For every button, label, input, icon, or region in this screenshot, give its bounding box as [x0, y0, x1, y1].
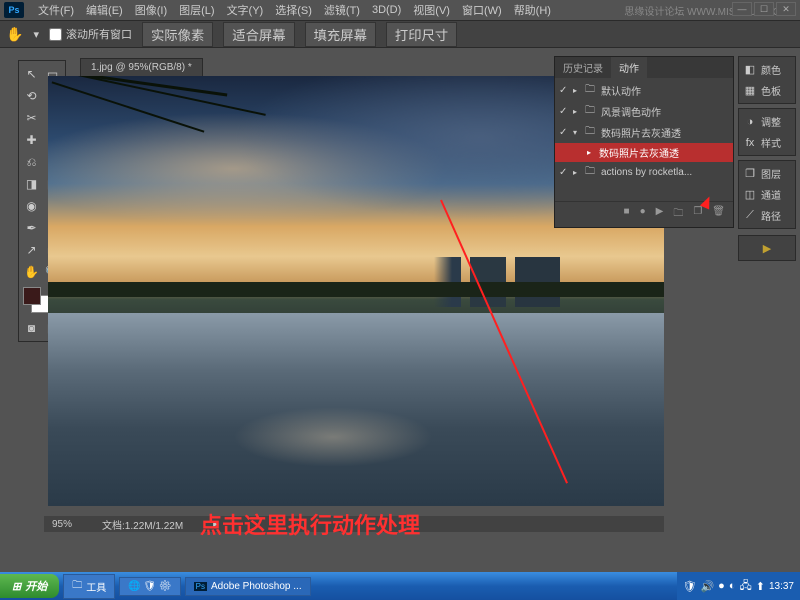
- hand-tool[interactable]: ✋: [21, 261, 42, 283]
- annotation-text: 点击这里执行动作处理: [200, 508, 420, 540]
- panel-styles[interactable]: fx样式: [741, 132, 793, 153]
- move-tool[interactable]: ↖: [21, 63, 42, 85]
- pen-tool[interactable]: ✒: [21, 217, 42, 239]
- task-quicklaunch[interactable]: 🌐 🛡 ⚙: [119, 577, 180, 596]
- minimize-button[interactable]: —: [732, 2, 752, 16]
- panel-paths[interactable]: ⟋路径: [741, 205, 793, 226]
- path-tool[interactable]: ↗: [21, 239, 42, 261]
- play-icon[interactable]: ▶: [656, 206, 664, 223]
- folder-icon: 🗀: [585, 124, 597, 141]
- tray-icon[interactable]: ●: [718, 580, 725, 592]
- clock[interactable]: 13:37: [769, 581, 794, 592]
- menu-type[interactable]: 文字(Y): [221, 0, 270, 20]
- menu-3d[interactable]: 3D(D): [366, 2, 407, 18]
- adjustments-icon: ◑: [743, 115, 757, 129]
- heal-tool[interactable]: ✚: [21, 129, 42, 151]
- ps-icon: Ps: [194, 582, 207, 591]
- tray-icon[interactable]: 🛡: [683, 580, 697, 593]
- print-size-button[interactable]: 打印尺寸: [386, 22, 457, 47]
- tray-icon[interactable]: ⬆: [756, 580, 765, 593]
- start-button[interactable]: ⊞开始: [0, 574, 59, 598]
- quickmask-tool[interactable]: ◙: [21, 317, 42, 339]
- zoom-level[interactable]: 95%: [52, 519, 72, 530]
- menu-image[interactable]: 图像(I): [129, 0, 173, 20]
- tab-history[interactable]: 历史记录: [555, 57, 611, 78]
- fit-screen-button[interactable]: 适合屏幕: [223, 22, 294, 47]
- menubar: Ps 文件(F) 编辑(E) 图像(I) 图层(L) 文字(Y) 选择(S) 滤…: [0, 0, 800, 20]
- panel-swatches[interactable]: ▦色板: [741, 80, 793, 101]
- blur-tool[interactable]: ◉: [21, 195, 42, 217]
- right-dock: ◧颜色 ▦色板 ◑调整 fx样式 ❐图层 ◫通道 ⟋路径 ▶: [738, 56, 796, 261]
- play-large-icon[interactable]: ▶: [741, 238, 793, 258]
- tab-actions[interactable]: 动作: [611, 57, 647, 78]
- panel-color[interactable]: ◧颜色: [741, 59, 793, 80]
- options-bar: ✋ ▾ 滚动所有窗口 实际像素 适合屏幕 填充屏幕 打印尺寸: [0, 20, 800, 48]
- paths-icon: ⟋: [743, 209, 757, 223]
- panel-channels[interactable]: ◫通道: [741, 184, 793, 205]
- menu-file[interactable]: 文件(F): [32, 0, 80, 20]
- document-tab[interactable]: 1.jpg @ 95%(RGB/8) *: [80, 58, 203, 77]
- doc-size: 文档:1.22M/1.22M: [102, 517, 183, 532]
- tray-icon[interactable]: ◐: [729, 580, 736, 592]
- styles-icon: fx: [743, 136, 757, 150]
- photoshop-logo: Ps: [4, 2, 24, 18]
- action-item[interactable]: ✓▾🗀数码照片去灰通透: [555, 122, 733, 143]
- fill-screen-button[interactable]: 填充屏幕: [305, 22, 376, 47]
- folder-icon: 🗀: [72, 578, 82, 595]
- trash-icon[interactable]: 🗑: [712, 206, 725, 223]
- crop-tool[interactable]: ✂: [21, 107, 42, 129]
- folder-icon: 🗀: [585, 164, 597, 181]
- menu-window[interactable]: 窗口(W): [456, 0, 508, 20]
- task-tools[interactable]: 🗀工具: [63, 574, 115, 599]
- panel-layers[interactable]: ❐图层: [741, 163, 793, 184]
- menu-layer[interactable]: 图层(L): [173, 0, 220, 20]
- menu-help[interactable]: 帮助(H): [508, 0, 557, 20]
- taskbar: ⊞开始 🗀工具 🌐 🛡 ⚙ PsAdobe Photoshop ... 🛡 🔊 …: [0, 572, 800, 600]
- menu-view[interactable]: 视图(V): [407, 0, 456, 20]
- new-folder-icon[interactable]: 🗀: [673, 206, 683, 223]
- foreground-color[interactable]: [23, 287, 41, 305]
- panel-adjustments[interactable]: ◑调整: [741, 111, 793, 132]
- close-button[interactable]: ✕: [776, 2, 796, 16]
- scroll-all-checkbox[interactable]: 滚动所有窗口: [49, 26, 132, 42]
- swatches-icon: ▦: [743, 84, 757, 98]
- folder-icon: 🗀: [585, 82, 597, 99]
- color-icon: ◧: [743, 63, 757, 77]
- maximize-button[interactable]: ☐: [754, 2, 774, 16]
- actual-pixels-button[interactable]: 实际像素: [142, 22, 213, 47]
- new-action-icon[interactable]: ❐: [693, 206, 702, 223]
- stop-icon[interactable]: ■: [624, 206, 630, 223]
- layers-icon: ❐: [743, 167, 757, 181]
- system-tray[interactable]: 🛡 🔊 ● ◐ 🖧 ⬆ 13:37: [677, 572, 800, 600]
- dropdown-icon[interactable]: ▾: [33, 28, 39, 41]
- windows-icon: ⊞: [12, 580, 21, 593]
- action-item[interactable]: ✓▸🗀风景调色动作: [555, 101, 733, 122]
- tray-icon[interactable]: 🔊: [700, 580, 714, 593]
- lasso-tool[interactable]: ⟲: [21, 85, 42, 107]
- action-item[interactable]: ✓▸🗀actions by rocketla...: [555, 162, 733, 183]
- menu-select[interactable]: 选择(S): [269, 0, 318, 20]
- hand-tool-icon: ✋: [6, 26, 23, 43]
- menu-edit[interactable]: 编辑(E): [80, 0, 129, 20]
- eraser-tool[interactable]: ◨: [21, 173, 42, 195]
- task-photoshop[interactable]: PsAdobe Photoshop ...: [185, 577, 311, 596]
- menu-filter[interactable]: 滤镜(T): [318, 0, 366, 20]
- stamp-tool[interactable]: ⎌: [21, 151, 42, 173]
- action-item[interactable]: ✓▸🗀默认动作: [555, 80, 733, 101]
- tray-icon[interactable]: 🖧: [739, 577, 751, 596]
- action-item-selected[interactable]: ▸数码照片去灰通透: [555, 143, 733, 162]
- channels-icon: ◫: [743, 188, 757, 202]
- folder-icon: 🗀: [585, 103, 597, 120]
- record-icon[interactable]: ●: [640, 206, 646, 223]
